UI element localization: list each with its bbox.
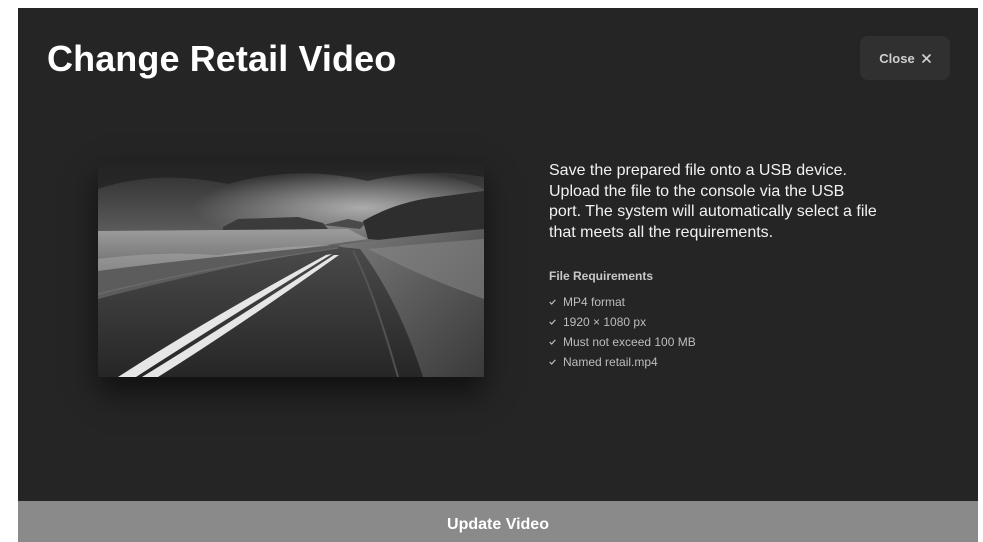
requirement-label: 1920 × 1080 px [563, 315, 647, 329]
close-button-label: Close [879, 50, 915, 66]
requirement-item: Named retail.mp4 [549, 352, 696, 372]
close-icon [921, 53, 931, 63]
page-title: Change Retail Video [47, 38, 397, 79]
requirements-list: MP4 format 1920 × 1080 px Must not excee… [549, 292, 696, 372]
requirement-item: 1920 × 1080 px [549, 312, 696, 332]
requirement-label: MP4 format [563, 295, 626, 309]
check-icon [549, 319, 557, 325]
check-icon [549, 299, 557, 305]
requirement-item: Must not exceed 100 MB [549, 332, 696, 352]
close-button[interactable]: Close [860, 36, 950, 80]
update-video-button[interactable]: Update Video [18, 501, 978, 542]
update-video-label: Update Video [447, 515, 549, 533]
check-icon [549, 339, 557, 345]
requirement-label: Named retail.mp4 [563, 355, 658, 369]
requirement-item: MP4 format [549, 292, 696, 312]
requirements-heading: File Requirements [549, 269, 654, 283]
video-preview-image [98, 159, 484, 377]
modal-panel: Change Retail Video Close Save the prepa… [18, 8, 978, 542]
check-icon [549, 359, 557, 365]
requirement-label: Must not exceed 100 MB [563, 335, 696, 349]
instructions-text: Save the prepared file onto a USB device… [549, 162, 877, 241]
